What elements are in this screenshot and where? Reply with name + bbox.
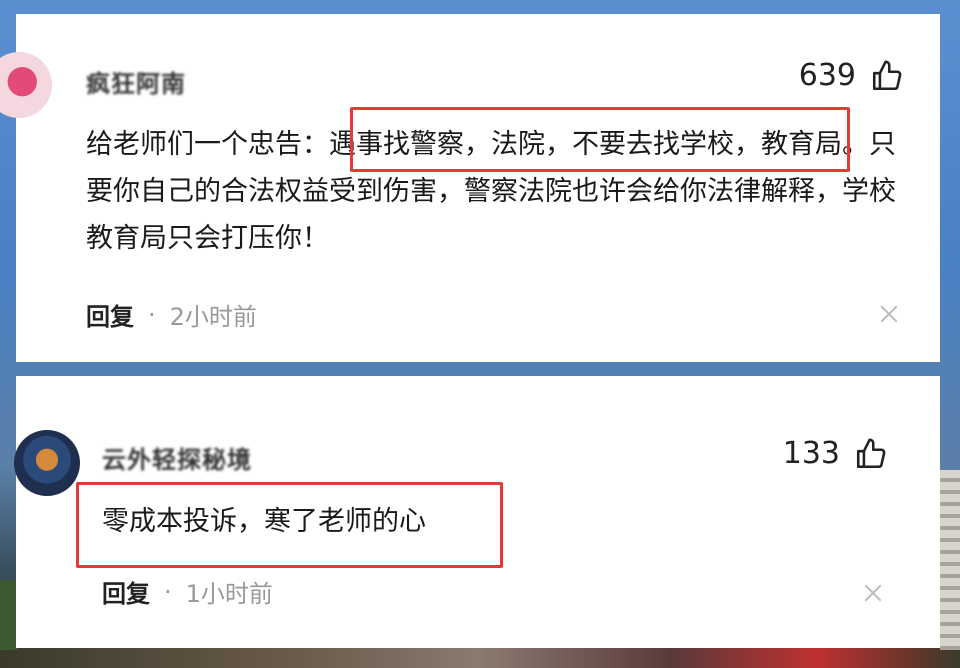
background-building xyxy=(940,470,960,650)
close-icon[interactable] xyxy=(878,303,900,325)
thumbs-up-icon xyxy=(856,438,886,468)
comment-username[interactable]: 疯狂阿南 xyxy=(86,64,186,99)
comment-meta: 回复 · 1小时前 xyxy=(102,574,273,609)
reply-button[interactable]: 回复 xyxy=(86,297,134,332)
comment-card: 云外轻探秘境 133 零成本投诉，寒了老师的心 回复 · 1小时前 xyxy=(14,376,940,648)
like-count: 133 xyxy=(782,436,840,471)
comment-time: 2小时前 xyxy=(169,303,257,331)
comment-time: 1小时前 xyxy=(185,580,273,608)
comment-meta: 回复 · 2小时前 xyxy=(86,297,257,332)
thumbs-up-icon xyxy=(872,60,902,90)
highlight-box xyxy=(350,107,850,172)
like-button[interactable]: 133 xyxy=(783,436,888,471)
comment-card: 疯狂阿南 639 给老师们一个忠告：遇事找警察，法院，不要去找学校，教育局。只要… xyxy=(0,14,940,362)
avatar[interactable] xyxy=(0,52,52,118)
highlight-box xyxy=(76,482,503,568)
separator-dot: · xyxy=(148,300,156,329)
like-count: 639 xyxy=(798,58,856,93)
background-photo-strip xyxy=(0,648,960,668)
like-button[interactable]: 639 xyxy=(799,58,904,93)
comment-username[interactable]: 云外轻探秘境 xyxy=(102,440,252,475)
separator-dot: · xyxy=(164,577,172,606)
avatar[interactable] xyxy=(14,430,80,496)
close-icon[interactable] xyxy=(862,582,884,604)
reply-button[interactable]: 回复 xyxy=(102,574,150,609)
